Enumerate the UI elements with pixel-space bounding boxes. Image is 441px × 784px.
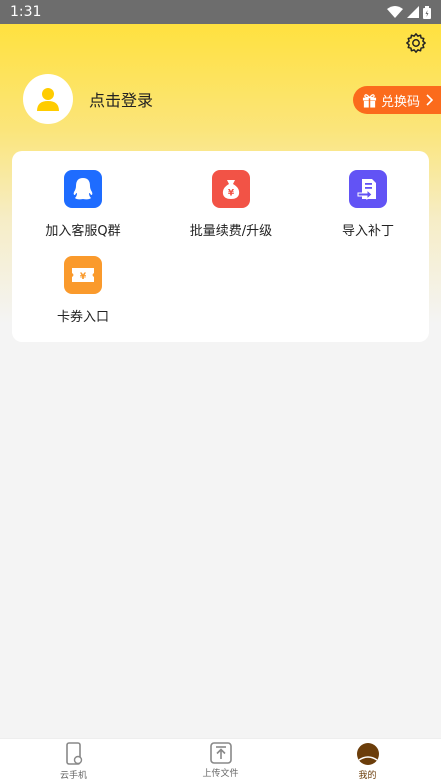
money-bag-icon: ¥ <box>212 170 250 208</box>
bottom-nav: 云手机 上传文件 我的 <box>0 738 441 784</box>
gift-icon <box>362 93 377 108</box>
import-patch-label: 导入补丁 <box>341 224 394 239</box>
status-time: 1:31 <box>10 4 42 20</box>
coupon-entry-item[interactable]: ¥ 卡券入口 <box>13 256 153 325</box>
signal-icon <box>407 6 419 18</box>
nav-cloud-phone[interactable]: 云手机 <box>0 739 147 784</box>
svg-text:¥: ¥ <box>80 272 87 282</box>
batch-renew-upgrade-label: 批量续费/升级 <box>189 224 273 239</box>
batch-renew-upgrade-item[interactable]: ¥ 批量续费/升级 <box>161 170 301 239</box>
nav-mine[interactable]: 我的 <box>294 739 441 784</box>
redeem-label: 兑换码 <box>381 94 421 110</box>
chevron-right-icon <box>425 94 434 106</box>
import-patch-item[interactable]: 导入补丁 <box>298 170 438 239</box>
menu-card: 加入客服Q群 ¥ 批量续费/升级 导入补丁 ¥ 卡券入口 <box>12 151 429 342</box>
gear-icon <box>406 33 426 53</box>
join-service-group-label: 加入客服Q群 <box>45 224 121 239</box>
coupon-icon: ¥ <box>64 256 102 294</box>
coupon-entry-label: 卡券入口 <box>56 310 109 325</box>
nav-upload-file-label: 上传文件 <box>202 769 239 779</box>
svg-text:¥: ¥ <box>228 189 235 199</box>
upload-icon <box>209 742 232 764</box>
battery-icon <box>423 5 431 19</box>
nav-upload-file[interactable]: 上传文件 <box>147 739 294 784</box>
profile-icon <box>356 743 379 765</box>
nav-mine-label: 我的 <box>358 771 377 781</box>
status-icons <box>387 5 431 19</box>
wifi-icon <box>387 6 403 18</box>
phone-icon <box>65 742 82 765</box>
status-bar: 1:31 <box>0 0 441 24</box>
nav-cloud-phone-label: 云手机 <box>59 771 87 781</box>
settings-button[interactable] <box>403 30 429 56</box>
qq-penguin-icon <box>64 170 102 208</box>
login-area[interactable]: 点击登录 <box>23 74 153 124</box>
redeem-code-button[interactable]: 兑换码 <box>353 86 441 114</box>
user-icon <box>37 88 59 111</box>
avatar[interactable] <box>23 74 73 124</box>
join-service-group-item[interactable]: 加入客服Q群 <box>13 170 153 239</box>
login-text[interactable]: 点击登录 <box>89 87 153 111</box>
import-file-icon <box>349 170 387 208</box>
